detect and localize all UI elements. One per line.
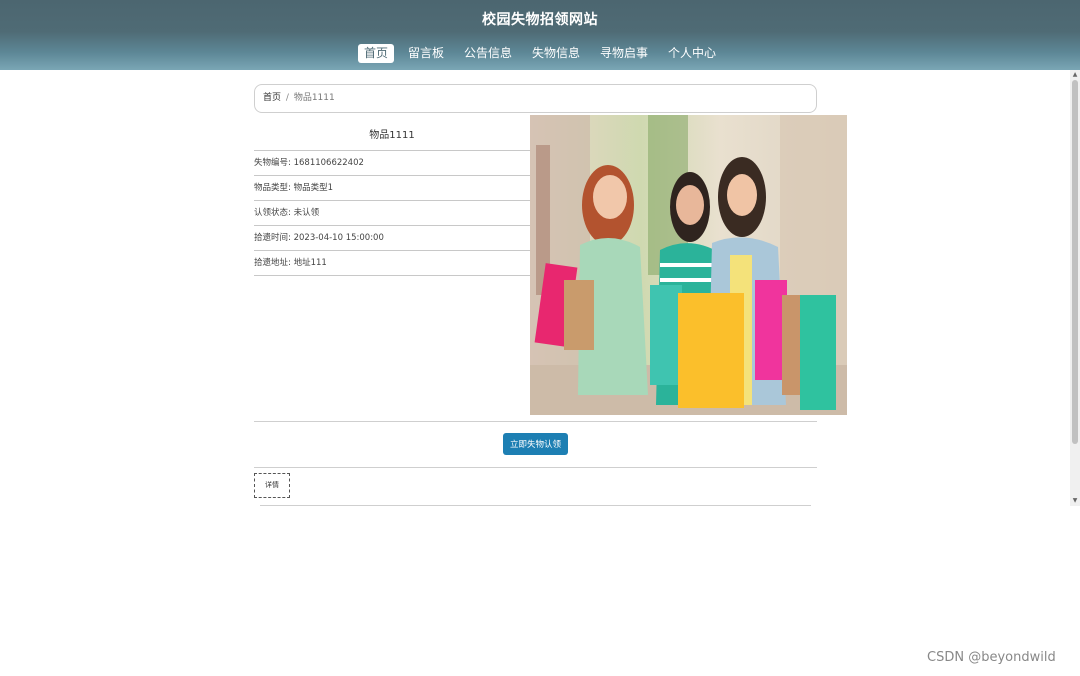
section-divider (260, 505, 811, 506)
scroll-up-icon[interactable]: ▲ (1070, 70, 1080, 80)
info-label: 物品类型 (254, 183, 289, 193)
tab-details[interactable]: 详情 (254, 473, 290, 498)
nav-item-announcements[interactable]: 公告信息 (458, 44, 518, 63)
info-label: 认领状态 (254, 208, 289, 218)
nav-item-home[interactable]: 首页 (357, 44, 394, 63)
section-divider (254, 421, 817, 422)
scroll-down-icon[interactable]: ▼ (1070, 496, 1080, 506)
item-title: 物品1111 (254, 124, 530, 151)
info-row-lost-number: 失物编号: 1681106622402 (254, 151, 530, 176)
nav-item-personal-center[interactable]: 个人中心 (662, 44, 722, 63)
info-row-item-type: 物品类型: 物品类型1 (254, 176, 530, 201)
watermark-text: CSDN @beyondwild (927, 650, 1056, 665)
section-divider (254, 467, 817, 468)
breadcrumb-separator: / (285, 93, 289, 103)
vertical-scrollbar[interactable]: ▲ ▼ (1070, 70, 1080, 506)
breadcrumb: 首页 / 物品1111 (254, 84, 817, 113)
info-row-found-time: 拾遗时间: 2023-04-10 15:00:00 (254, 226, 530, 251)
info-row-found-address: 拾遗地址: 地址111 (254, 251, 530, 276)
item-photo (530, 115, 847, 415)
scrollbar-thumb[interactable] (1072, 80, 1078, 444)
item-info-panel: 物品1111 失物编号: 1681106622402 物品类型: 物品类型1 认… (254, 124, 530, 276)
claim-button[interactable]: 立即失物认领 (503, 433, 568, 455)
browser-viewport: 校园失物招领网站 首页 留言板 公告信息 失物信息 寻物启事 个人中心 首页 /… (0, 0, 1080, 506)
info-value: 1681106622402 (293, 158, 364, 168)
info-value: 地址111 (293, 258, 327, 268)
breadcrumb-home-link[interactable]: 首页 (263, 93, 281, 103)
breadcrumb-current: 物品1111 (293, 93, 335, 103)
info-row-claim-status: 认领状态: 未认领 (254, 201, 530, 226)
info-label: 拾遗时间 (254, 233, 289, 243)
info-value: 未认领 (293, 208, 320, 218)
nav-item-message-board[interactable]: 留言板 (402, 44, 450, 63)
info-label: 失物编号 (254, 158, 289, 168)
info-label: 拾遗地址 (254, 258, 289, 268)
info-value: 物品类型1 (293, 183, 334, 193)
site-header: 校园失物招领网站 首页 留言板 公告信息 失物信息 寻物启事 个人中心 (0, 0, 1080, 70)
nav-item-lost-notices[interactable]: 寻物启事 (594, 44, 654, 63)
nav-item-lost-items[interactable]: 失物信息 (526, 44, 586, 63)
site-title: 校园失物招领网站 (482, 12, 598, 28)
main-nav: 首页 留言板 公告信息 失物信息 寻物启事 个人中心 (0, 44, 1080, 63)
info-value: 2023-04-10 15:00:00 (293, 233, 384, 243)
